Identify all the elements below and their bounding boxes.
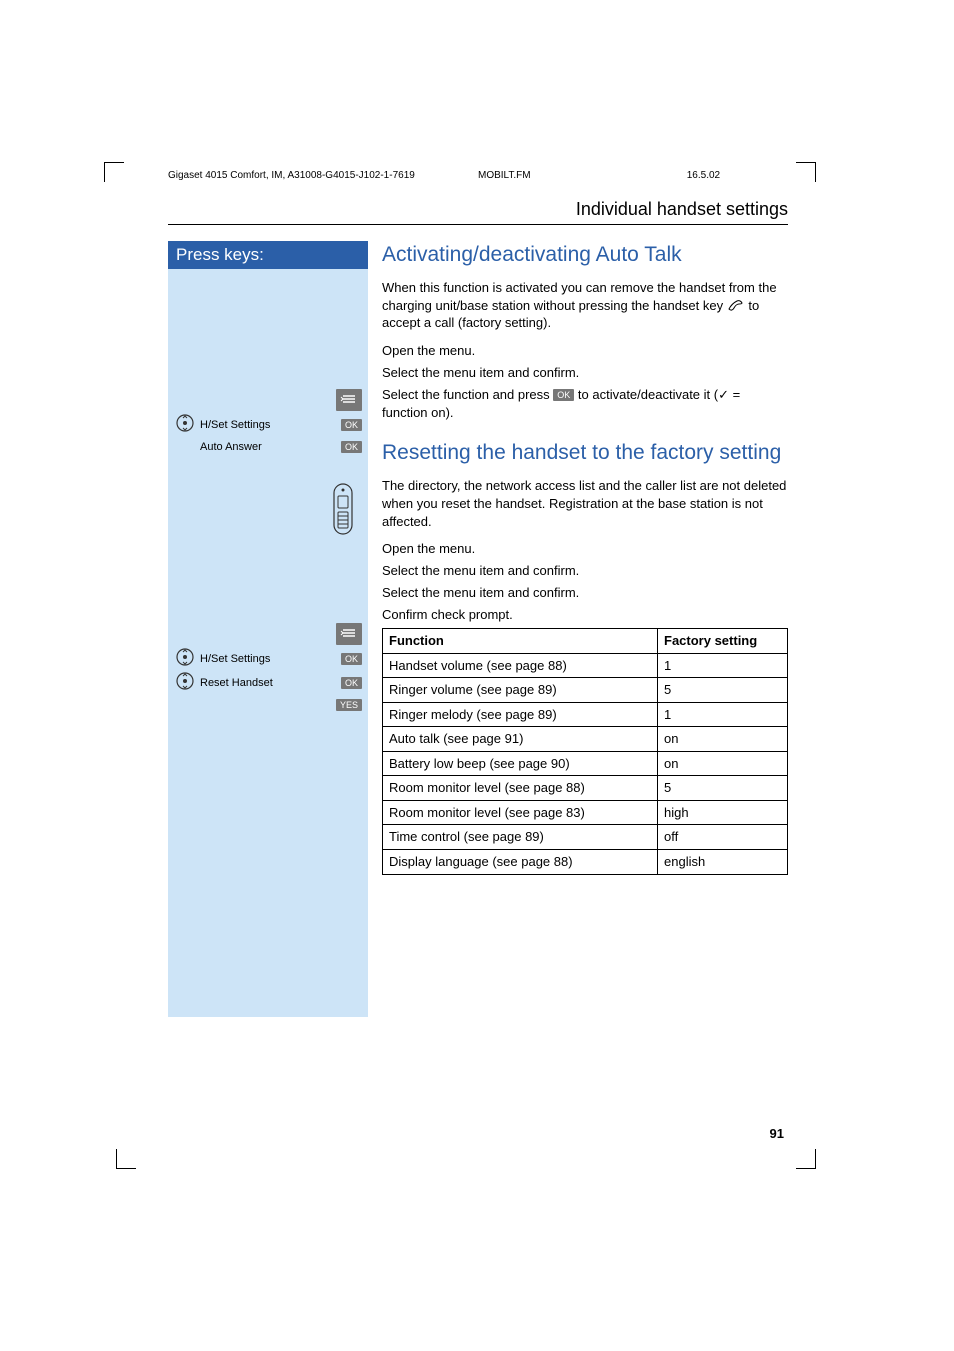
table-header-function: Function	[383, 629, 658, 654]
table-row: Time control (see page 89)off	[383, 825, 788, 850]
auto-talk-heading: Activating/deactivating Auto Talk	[382, 241, 788, 269]
left-hset-settings: H/Set Settings	[196, 419, 341, 431]
reset-heading: Resetting the handset to the factory set…	[382, 439, 788, 467]
press-keys-header: Press keys:	[168, 241, 368, 269]
function-cell: Room monitor level (see page 83)	[383, 800, 658, 825]
left-reset-handset: Reset Handset	[196, 677, 341, 689]
setting-cell: on	[658, 751, 788, 776]
function-cell: Handset volume (see page 88)	[383, 653, 658, 678]
section-title: Individual handset settings	[168, 199, 788, 225]
ok-badge: OK	[341, 677, 362, 689]
doc-id: Gigaset 4015 Comfort, IM, A31008-G4015-J…	[168, 170, 438, 181]
setting-cell: high	[658, 800, 788, 825]
step-open-menu: Open the menu.	[382, 342, 788, 360]
talk-key-icon	[727, 298, 749, 313]
step-activate: Select the function and press OK to acti…	[382, 386, 788, 421]
table-row: Auto talk (see page 91)on	[383, 727, 788, 752]
body-text: Activating/deactivating Auto Talk When t…	[368, 241, 788, 1017]
step-confirm-prompt: Confirm check prompt.	[382, 606, 788, 624]
function-cell: Auto talk (see page 91)	[383, 727, 658, 752]
setting-cell: on	[658, 727, 788, 752]
function-cell: Room monitor level (see page 88)	[383, 776, 658, 801]
step-select-confirm: Select the menu item and confirm.	[382, 364, 788, 382]
nav-disc-icon	[174, 672, 196, 693]
table-row: Ringer melody (see page 89)1	[383, 702, 788, 727]
function-cell: Ringer volume (see page 89)	[383, 678, 658, 703]
setting-cell: 5	[658, 776, 788, 801]
auto-talk-intro: When this function is activated you can …	[382, 279, 788, 332]
function-cell: Ringer melody (see page 89)	[383, 702, 658, 727]
ok-inline-badge: OK	[553, 389, 574, 401]
table-row: Battery low beep (see page 90)on	[383, 751, 788, 776]
table-row: Room monitor level (see page 88)5	[383, 776, 788, 801]
date: 16.5.02	[687, 170, 788, 181]
reset-intro: The directory, the network access list a…	[382, 477, 788, 530]
function-cell: Battery low beep (see page 90)	[383, 751, 658, 776]
step-open-menu-2: Open the menu.	[382, 540, 788, 558]
table-row: Display language (see page 88)english	[383, 849, 788, 874]
setting-cell: 5	[658, 678, 788, 703]
setting-cell: 1	[658, 702, 788, 727]
table-row: Ringer volume (see page 89)5	[383, 678, 788, 703]
menu-key-icon	[336, 623, 362, 645]
press-keys-column: Press keys: H/Set Settings	[168, 241, 368, 1017]
table-header-setting: Factory setting	[658, 629, 788, 654]
setting-cell: off	[658, 825, 788, 850]
step-select-2: Select the menu item and confirm.	[382, 584, 788, 602]
ok-badge: OK	[341, 419, 362, 431]
table-row: Handset volume (see page 88)1	[383, 653, 788, 678]
nav-disc-icon	[174, 414, 196, 435]
ok-badge: OK	[341, 653, 362, 665]
setting-cell: english	[658, 849, 788, 874]
menu-key-icon	[336, 389, 362, 411]
page-number: 91	[770, 1126, 784, 1141]
handset-icon	[330, 482, 356, 539]
table-row: Room monitor level (see page 83)high	[383, 800, 788, 825]
ok-badge: OK	[341, 441, 362, 453]
nav-disc-icon	[174, 648, 196, 669]
factory-settings-table: Function Factory setting Handset volume …	[382, 628, 788, 874]
yes-badge: YES	[336, 699, 362, 711]
function-cell: Display language (see page 88)	[383, 849, 658, 874]
function-cell: Time control (see page 89)	[383, 825, 658, 850]
left-auto-answer: Auto Answer	[196, 441, 341, 453]
setting-cell: 1	[658, 653, 788, 678]
left-hset-settings-2: H/Set Settings	[196, 653, 341, 665]
header-meta: Gigaset 4015 Comfort, IM, A31008-G4015-J…	[168, 170, 788, 181]
step-select-1: Select the menu item and confirm.	[382, 562, 788, 580]
file-name: MOBILT.FM	[478, 170, 647, 181]
